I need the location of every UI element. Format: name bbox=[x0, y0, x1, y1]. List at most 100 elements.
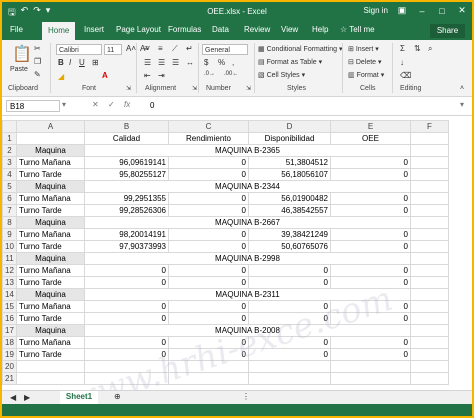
top-align-icon[interactable]: ≡ bbox=[144, 44, 149, 53]
column-header-b[interactable]: B bbox=[84, 120, 169, 133]
column-header-a[interactable]: A bbox=[16, 120, 85, 133]
name-box[interactable]: B18 bbox=[6, 100, 60, 112]
insert-cells-button[interactable]: ⊞ Insert ▾ bbox=[348, 45, 379, 53]
cell-styles-button[interactable]: ▧ Cell Styles ▾ bbox=[258, 71, 305, 79]
cell-f[interactable] bbox=[410, 180, 449, 193]
tab-data[interactable]: Data bbox=[212, 25, 229, 34]
cell-f[interactable] bbox=[410, 264, 449, 277]
row-header[interactable]: 4 bbox=[2, 168, 17, 181]
cell-c[interactable]: 0 bbox=[168, 276, 249, 289]
merge-center-icon[interactable]: ↔ bbox=[186, 58, 194, 67]
collapse-ribbon-icon[interactable]: ˄ bbox=[460, 85, 464, 92]
cancel-entry-icon[interactable]: ✕ bbox=[92, 100, 99, 109]
cell-d[interactable]: 0 bbox=[248, 276, 331, 289]
tab-insert[interactable]: Insert bbox=[84, 25, 104, 34]
cell-a[interactable]: Maquina bbox=[16, 216, 85, 229]
row-header[interactable]: 7 bbox=[2, 204, 17, 217]
cell-f[interactable] bbox=[410, 228, 449, 241]
cell-a[interactable]: Turno Mañana bbox=[16, 156, 85, 169]
paste-button[interactable]: Paste bbox=[10, 66, 28, 73]
row-header[interactable]: 8 bbox=[2, 216, 17, 229]
cell-b[interactable]: 0 bbox=[84, 312, 169, 325]
formula-input[interactable]: 0 bbox=[150, 101, 154, 110]
tab-view[interactable]: View bbox=[281, 25, 298, 34]
row-header[interactable]: 12 bbox=[2, 264, 17, 277]
italic-icon[interactable]: I bbox=[69, 58, 71, 67]
cell-a[interactable]: Turno Mañana bbox=[16, 300, 85, 313]
tab-home[interactable]: Home bbox=[42, 22, 76, 40]
cell-f[interactable] bbox=[410, 372, 449, 385]
align-center-icon[interactable]: ☰ bbox=[158, 58, 165, 67]
cell-a[interactable]: Turno Tarde bbox=[16, 240, 85, 253]
cell-f[interactable] bbox=[410, 348, 449, 361]
cell-b[interactable]: 97,90373993 bbox=[84, 240, 169, 253]
cell-d[interactable] bbox=[248, 360, 331, 373]
decrease-decimal-icon[interactable]: .00← bbox=[224, 71, 238, 77]
cell-d[interactable] bbox=[248, 372, 331, 385]
column-header-e[interactable]: E bbox=[330, 120, 411, 133]
cell-f[interactable] bbox=[410, 252, 449, 265]
row-header[interactable]: 5 bbox=[2, 180, 17, 193]
cell-c[interactable]: 0 bbox=[168, 228, 249, 241]
prev-sheet-icon[interactable]: ◀ bbox=[10, 393, 16, 402]
share-button[interactable]: Share bbox=[430, 24, 465, 38]
cell-f[interactable] bbox=[410, 240, 449, 253]
cell-f[interactable] bbox=[410, 168, 449, 181]
cell-b[interactable]: 0 bbox=[84, 300, 169, 313]
cell-c[interactable]: 0 bbox=[168, 192, 249, 205]
cell-b[interactable]: 95,80255127 bbox=[84, 168, 169, 181]
align-left-icon[interactable]: ☰ bbox=[144, 58, 151, 67]
row-header[interactable]: 11 bbox=[2, 252, 17, 265]
increase-decimal-icon[interactable]: .0→ bbox=[204, 71, 215, 77]
row-header[interactable]: 10 bbox=[2, 240, 17, 253]
clear-icon[interactable]: ⌫ bbox=[400, 71, 411, 80]
increase-indent-icon[interactable]: ⇥ bbox=[158, 71, 165, 80]
new-sheet-icon[interactable]: ⊕ bbox=[114, 392, 121, 401]
select-all-corner[interactable] bbox=[2, 120, 17, 133]
cell-c[interactable]: 0 bbox=[168, 312, 249, 325]
row-header[interactable]: 3 bbox=[2, 156, 17, 169]
cell-e[interactable] bbox=[330, 360, 411, 373]
increase-font-icon[interactable]: A˄ bbox=[126, 44, 136, 53]
cell-e[interactable]: 0 bbox=[330, 228, 411, 241]
cell-a[interactable]: Maquina bbox=[16, 324, 85, 337]
horizontal-scroll-options-icon[interactable]: ⋮ bbox=[242, 392, 250, 401]
cell-c[interactable]: 0 bbox=[168, 240, 249, 253]
cell-f[interactable] bbox=[410, 336, 449, 349]
cell-f[interactable] bbox=[410, 276, 449, 289]
cell-f[interactable] bbox=[410, 144, 449, 157]
cell-d[interactable]: 56,18056107 bbox=[248, 168, 331, 181]
cell-a[interactable]: Turno Tarde bbox=[16, 168, 85, 181]
cell-a[interactable]: Turno Mañana bbox=[16, 192, 85, 205]
format-painter-icon[interactable]: ✎ bbox=[34, 70, 41, 79]
close-icon[interactable]: ✕ bbox=[456, 5, 468, 16]
number-dialog-launcher-icon[interactable]: ⇲ bbox=[246, 85, 251, 92]
cell-e[interactable]: 0 bbox=[330, 336, 411, 349]
tab-formulas[interactable]: Formulas bbox=[168, 25, 201, 34]
cell-c[interactable]: 0 bbox=[168, 300, 249, 313]
cell-a[interactable]: Turno Tarde bbox=[16, 348, 85, 361]
cell-e[interactable]: 0 bbox=[330, 156, 411, 169]
tell-me-box[interactable]: ☆ Tell me bbox=[340, 25, 375, 34]
row-header[interactable]: 18 bbox=[2, 336, 17, 349]
row-header[interactable]: 9 bbox=[2, 228, 17, 241]
number-format-combo[interactable]: General bbox=[202, 44, 248, 55]
cell-f[interactable] bbox=[410, 300, 449, 313]
maximize-icon[interactable]: □ bbox=[436, 6, 448, 16]
format-cells-button[interactable]: ▥ Format ▾ bbox=[348, 71, 384, 79]
cell-a[interactable]: Maquina bbox=[16, 180, 85, 193]
borders-icon[interactable]: ⊞ bbox=[92, 58, 99, 67]
cell-d[interactable]: 0 bbox=[248, 264, 331, 277]
fill-color-icon[interactable]: ◢ bbox=[58, 72, 64, 81]
cell-b[interactable]: 0 bbox=[84, 336, 169, 349]
cell-d[interactable]: 51,3804512 bbox=[248, 156, 331, 169]
cell-b[interactable]: 98,20014191 bbox=[84, 228, 169, 241]
next-sheet-icon[interactable]: ▶ bbox=[24, 393, 30, 402]
row-header[interactable]: 1 bbox=[2, 132, 17, 145]
cell-e[interactable]: 0 bbox=[330, 192, 411, 205]
column-header-c[interactable]: C bbox=[168, 120, 249, 133]
autosum-icon[interactable]: Σ bbox=[400, 44, 405, 53]
cell-a[interactable]: Turno Tarde bbox=[16, 276, 85, 289]
cell-b[interactable]: 99,2951355 bbox=[84, 192, 169, 205]
sign-in-link[interactable]: Sign in bbox=[364, 6, 388, 15]
